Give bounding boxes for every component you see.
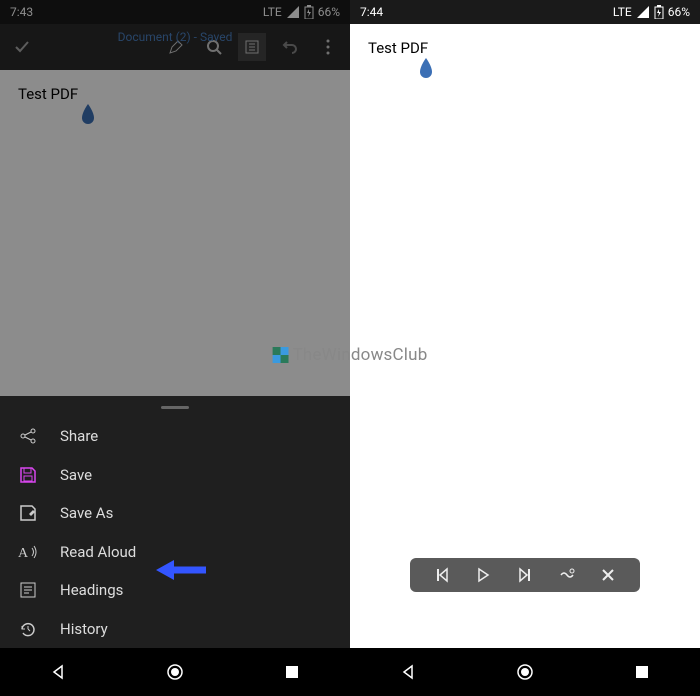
headings-icon [18,581,38,599]
menu-label: Read Aloud [60,543,136,561]
check-icon[interactable] [8,33,36,61]
home-button[interactable] [164,661,186,683]
share-icon [18,427,38,445]
battery-icon [304,5,314,19]
menu-item-history[interactable]: History [0,609,350,648]
document-title: Document (2) - Saved [118,30,233,44]
status-right: LTE 66% [613,5,690,19]
menu-item-headings[interactable]: Headings [0,571,350,610]
signal-icon [636,6,650,18]
menu-label: History [60,620,108,638]
document-text: Test PDF [18,85,78,103]
signal-icon [286,6,300,18]
status-network: LTE [613,5,632,19]
status-battery: 66% [668,5,690,19]
status-time: 7:44 [360,5,383,19]
save-icon [18,466,38,484]
status-time: 7:43 [10,5,33,19]
document-canvas[interactable]: Test PDF [350,24,700,648]
undo-icon[interactable] [276,33,304,61]
next-icon[interactable] [515,565,535,585]
history-icon [18,620,38,638]
sheet-drag-handle[interactable] [161,406,189,409]
status-right: LTE 66% [263,5,340,19]
status-network: LTE [263,5,282,19]
menu-label: Share [60,427,98,445]
home-button[interactable] [514,661,536,683]
battery-icon [654,5,664,19]
settings-icon[interactable] [557,565,577,585]
prev-icon[interactable] [432,565,452,585]
menu-label: Save As [60,504,113,522]
right-screenshot: 7:44 LTE 66% Test PDF [350,0,700,696]
menu-item-saveas[interactable]: Save As [0,494,350,533]
statusbar: 7:44 LTE 66% [350,0,700,24]
text-cursor-handle[interactable] [80,104,96,126]
back-button[interactable] [47,661,69,683]
android-navbar [0,648,350,696]
menu-label: Save [60,466,92,484]
svg-text:A: A [18,546,29,561]
read-aloud-controls [410,558,640,592]
bottom-sheet-menu: Share Save Save As A Read Aloud Headings [0,396,350,648]
saveas-icon [18,504,38,522]
recent-button[interactable] [281,661,303,683]
reading-view-icon[interactable] [238,33,266,61]
app-toolbar: Document (2) - Saved [0,24,350,70]
text-cursor-handle[interactable] [418,58,434,80]
menu-label: Headings [60,581,123,599]
readaloud-icon: A [18,543,38,561]
recent-button[interactable] [631,661,653,683]
menu-item-share[interactable]: Share [0,417,350,456]
status-battery: 66% [318,5,340,19]
document-text: Test PDF [368,39,428,57]
left-screenshot: 7:43 LTE 66% Document (2) - Saved [0,0,350,696]
android-navbar [350,648,700,696]
close-icon[interactable] [598,565,618,585]
menu-item-save[interactable]: Save [0,455,350,494]
statusbar: 7:43 LTE 66% [0,0,350,24]
back-button[interactable] [397,661,419,683]
menu-item-readaloud[interactable]: A Read Aloud [0,532,350,571]
play-icon[interactable] [473,565,493,585]
more-icon[interactable] [314,33,342,61]
